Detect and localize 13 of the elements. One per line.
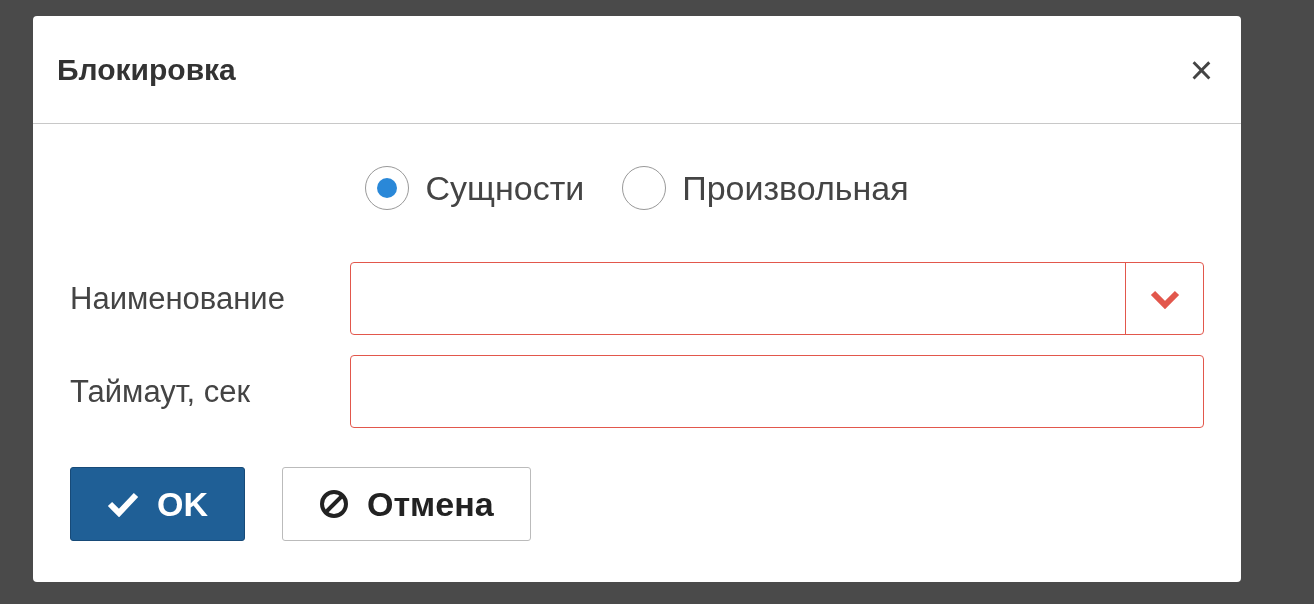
prohibited-icon bbox=[319, 489, 349, 519]
close-button[interactable]: × bbox=[1185, 49, 1217, 90]
dialog-title: Блокировка bbox=[57, 52, 236, 87]
radio-option[interactable]: Сущности bbox=[365, 166, 585, 210]
ok-button[interactable]: OK bbox=[70, 467, 245, 541]
select-field[interactable] bbox=[350, 262, 1204, 335]
input-field[interactable] bbox=[350, 355, 1204, 428]
radio-option[interactable]: Произвольная bbox=[622, 166, 909, 210]
field-label: Наименование bbox=[70, 280, 286, 317]
check-icon bbox=[107, 491, 139, 517]
chevron-down-icon[interactable] bbox=[1149, 288, 1180, 309]
cancel-button[interactable]: Отмена bbox=[282, 467, 531, 541]
field-label: Таймаут, сек bbox=[70, 373, 252, 410]
